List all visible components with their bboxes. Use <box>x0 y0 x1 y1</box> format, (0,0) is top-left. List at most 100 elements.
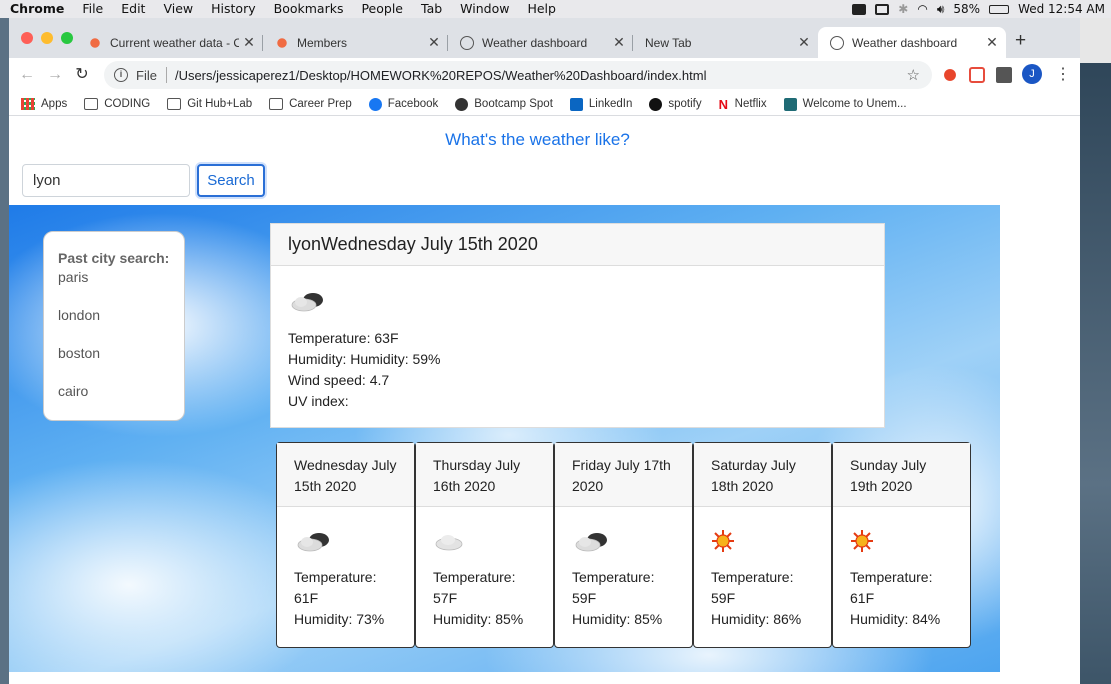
macos-menu-bar: Chrome File Edit View History Bookmarks … <box>0 0 1111 18</box>
folder-icon <box>269 98 284 110</box>
forecast-temperature: Temperature: 57F <box>433 569 516 606</box>
bookmark-github-lab[interactable]: Git Hub+Lab <box>167 98 252 110</box>
tab-current-weather-data[interactable]: Current weather data - Op ✕ <box>76 27 263 58</box>
desktop-background <box>1080 18 1111 684</box>
tab-weather-dashboard[interactable]: Weather dashboard ✕ <box>448 27 633 58</box>
history-item-paris[interactable]: paris <box>58 269 170 304</box>
bookmark-career-prep[interactable]: Career Prep <box>269 98 352 110</box>
camera-status-icon[interactable] <box>852 3 867 15</box>
forecast-humidity: Humidity: 85% <box>572 611 663 627</box>
history-item-london[interactable]: london <box>58 307 170 342</box>
back-arrow-icon[interactable]: ← <box>15 63 39 87</box>
openweather-icon <box>275 35 289 50</box>
bookmark-spotify[interactable]: spotify <box>649 97 702 111</box>
volume-icon[interactable]: 🔊︎ <box>937 2 945 17</box>
forecast-card: Saturday July 18th 2020 Temperature: 59F… <box>693 442 832 648</box>
extension-flame-icon[interactable] <box>942 67 958 83</box>
tab-weather-dashboard-active[interactable]: Weather dashboard ✕ <box>818 27 1006 58</box>
forward-arrow-icon[interactable]: → <box>43 63 67 87</box>
sun-icon <box>851 530 873 552</box>
bookmark-facebook[interactable]: Facebook <box>368 97 438 111</box>
menubar-clock[interactable]: Wed 12:54 AM <box>1018 2 1105 16</box>
current-wind-speed: Wind speed: 4.7 <box>288 372 390 388</box>
reload-icon[interactable]: ↻ <box>70 63 94 87</box>
close-icon[interactable]: ✕ <box>609 34 629 51</box>
city-search-input[interactable] <box>22 164 190 197</box>
url-text[interactable]: /Users/jessicaperez1/Desktop/HOMEWORK%20… <box>175 68 907 83</box>
profile-avatar[interactable]: J <box>1022 64 1042 84</box>
info-icon[interactable]: i <box>114 68 128 82</box>
menu-help[interactable]: Help <box>518 0 565 18</box>
omnibox-divider <box>165 67 167 83</box>
close-icon[interactable]: ✕ <box>239 34 259 51</box>
bookmark-unemployment[interactable]: Welcome to Unem... <box>783 97 907 111</box>
forecast-card: Friday July 17th 2020 Temperature: 59F H… <box>554 442 693 648</box>
close-icon[interactable]: ✕ <box>794 34 814 51</box>
menu-history[interactable]: History <box>202 0 264 18</box>
forecast-temperature: Temperature: 59F <box>711 569 794 606</box>
tab-new-tab[interactable]: New Tab ✕ <box>633 27 818 58</box>
openweather-icon <box>88 35 102 50</box>
history-item-boston[interactable]: boston <box>58 345 170 380</box>
forecast-humidity: Humidity: 86% <box>711 611 802 627</box>
unemployment-icon <box>783 97 797 111</box>
forecast-temperature: Temperature: 59F <box>572 569 655 606</box>
bookmark-netflix[interactable]: N Netflix <box>719 97 767 112</box>
battery-percent[interactable]: 58% <box>953 2 980 16</box>
bookmark-coding[interactable]: CODING <box>84 98 150 110</box>
bookmark-bootcamp-spot[interactable]: Bootcamp Spot <box>455 97 553 111</box>
tab-strip: Current weather data - Op ✕ Members ✕ We… <box>9 18 1080 58</box>
menu-app-name[interactable]: Chrome <box>0 0 73 18</box>
cloud-icon <box>291 293 323 312</box>
globe-icon <box>460 35 474 50</box>
bookmark-linkedin[interactable]: LinkedIn <box>569 97 632 111</box>
menu-edit[interactable]: Edit <box>112 0 154 18</box>
folder-icon <box>84 98 99 110</box>
search-button[interactable]: Search <box>197 164 265 197</box>
menu-view[interactable]: View <box>154 0 202 18</box>
menu-kebab-icon[interactable]: ⋮ <box>1055 64 1071 84</box>
bookmarks-bar: Apps CODING Git Hub+Lab Career Prep Face… <box>9 93 1080 116</box>
battery-icon[interactable] <box>989 4 1010 14</box>
minimize-window-button[interactable] <box>41 32 53 44</box>
close-icon[interactable]: ✕ <box>424 34 444 51</box>
browser-toolbar: ← → ↻ i File /Users/jessicaperez1/Deskto… <box>9 58 1080 93</box>
cloud-icon <box>297 533 329 552</box>
history-item-cairo[interactable]: cairo <box>58 383 170 418</box>
close-window-button[interactable] <box>21 32 33 44</box>
bluetooth-icon[interactable]: ✱ <box>898 2 908 16</box>
forecast-humidity: Humidity: 84% <box>850 611 941 627</box>
current-humidity: Humidity: Humidity: 59% <box>288 351 441 367</box>
five-day-forecast: Wednesday July 15th 2020 Temperature: 61… <box>276 442 971 648</box>
menu-window[interactable]: Window <box>451 0 518 18</box>
apps-grid-icon <box>21 98 35 110</box>
menu-people[interactable]: People <box>352 0 412 18</box>
facebook-icon <box>368 97 382 111</box>
menu-file[interactable]: File <box>73 0 112 18</box>
forecast-date: Thursday July 16th 2020 <box>416 443 553 507</box>
wifi-icon[interactable]: ◠ <box>917 2 927 16</box>
bookmark-star-icon[interactable]: ☆ <box>907 66 920 84</box>
menu-tab[interactable]: Tab <box>412 0 451 18</box>
cloud-icon <box>575 533 607 552</box>
browser-window: Current weather data - Op ✕ Members ✕ We… <box>9 18 1080 684</box>
address-bar[interactable]: i File /Users/jessicaperez1/Desktop/HOME… <box>104 61 932 89</box>
stack-status-icon[interactable] <box>875 3 890 15</box>
extensions-puzzle-icon[interactable] <box>996 67 1012 83</box>
forecast-humidity: Humidity: 85% <box>433 611 524 627</box>
globe-icon <box>830 35 844 50</box>
zoom-window-button[interactable] <box>61 32 73 44</box>
history-heading: Past city search: <box>58 250 170 266</box>
bookmark-apps[interactable]: Apps <box>21 98 67 110</box>
folder-icon <box>167 98 182 110</box>
forecast-humidity: Humidity: 73% <box>294 611 385 627</box>
forecast-temperature: Temperature: 61F <box>850 569 933 606</box>
close-icon[interactable]: ✕ <box>982 34 1002 51</box>
menu-bookmarks[interactable]: Bookmarks <box>265 0 353 18</box>
tab-members[interactable]: Members ✕ <box>263 27 448 58</box>
forecast-card: Thursday July 16th 2020 Temperature: 57F… <box>415 442 554 648</box>
new-tab-button[interactable]: + <box>1015 30 1026 52</box>
current-temperature: Temperature: 63F <box>288 330 399 346</box>
current-uv-index: UV index: <box>288 393 349 409</box>
extension-red-icon[interactable] <box>969 67 985 83</box>
